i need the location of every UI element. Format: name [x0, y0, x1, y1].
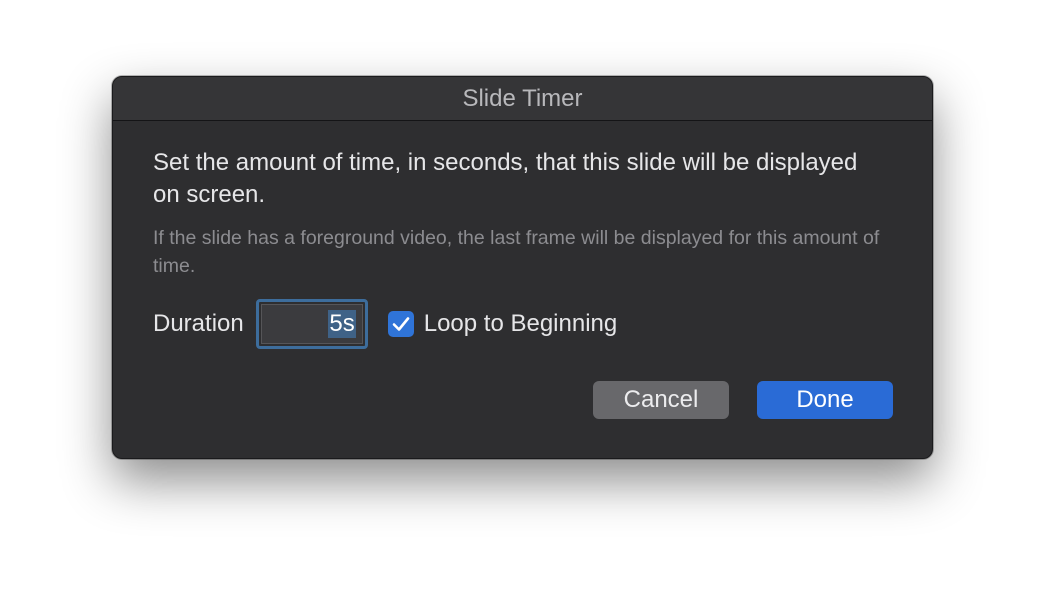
loop-checkbox[interactable] [387, 311, 414, 337]
dialog-message: Set the amount of time, in seconds, that… [153, 149, 858, 208]
duration-label: Duration [153, 310, 244, 337]
page: Slide Timer Set the amount of time, in s… [0, 0, 1046, 608]
duration-value[interactable]: 5s [328, 310, 356, 338]
done-button[interactable]: Done [757, 381, 893, 419]
dialog-title: Slide Timer [462, 85, 583, 112]
title-bar: Slide Timer [113, 77, 932, 121]
loop-label[interactable]: Loop to Beginning [424, 310, 618, 338]
slide-timer-dialog: Slide Timer Set the amount of time, in s… [112, 76, 933, 459]
checkmark-icon [392, 317, 410, 331]
dialog-note: If the slide has a foreground video, the… [153, 227, 880, 277]
duration-input[interactable]: 5s [255, 299, 368, 349]
duration-input-box[interactable]: 5s [260, 304, 363, 344]
cancel-button[interactable]: Cancel [593, 381, 729, 419]
duration-row: Duration 5s Loop to Beginning [153, 299, 617, 349]
